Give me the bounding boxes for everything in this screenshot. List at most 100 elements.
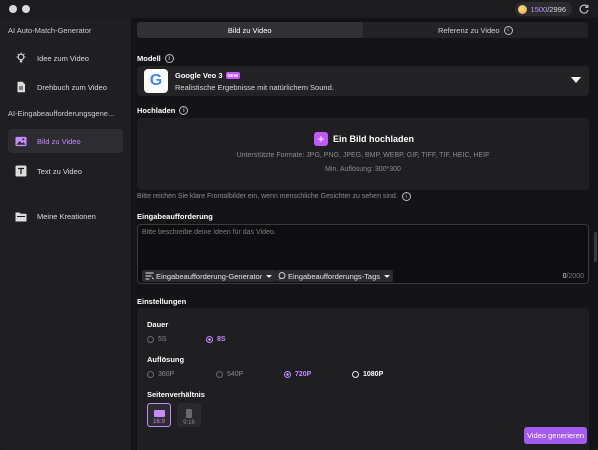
google-logo-icon: G (144, 69, 168, 93)
app-window: 1500/2996 AI Auto-Match-Generator Idee z… (0, 0, 598, 450)
credits-badge[interactable]: 1500/2996 (514, 2, 572, 16)
tab-image-to-video[interactable]: Bild zu Video (137, 22, 363, 38)
option-label: 16:9 (153, 419, 165, 425)
window-minimize-button[interactable] (22, 5, 30, 13)
scrollbar[interactable] (594, 232, 597, 262)
option-label: 540P (227, 371, 244, 378)
credits-current: 1500 (530, 4, 548, 14)
min-resolution: Min. Auflösung: 300*300 (325, 166, 401, 173)
prompt-tags-dropdown[interactable]: Eingabeaufforderungs-Tags (275, 270, 394, 282)
prompt-generator-dropdown[interactable]: Eingabeaufforderung-Generator (142, 270, 276, 282)
prompt-textarea[interactable]: Bitte beschreibe deine Ideen für das Vid… (137, 224, 589, 284)
resolution-option-540p[interactable]: 540P (216, 371, 243, 378)
tab-reference-to-video[interactable]: Referenz zu Video i (363, 22, 589, 38)
sidebar-item-script-to-video[interactable]: Drehbuch zum Video (8, 75, 123, 99)
section-title: Eingabeaufforderung (137, 212, 213, 221)
option-label: 9:16 (183, 420, 195, 426)
settings-panel (137, 308, 589, 450)
chat-bubble-icon (278, 272, 286, 280)
landscape-icon (153, 410, 165, 417)
radio-dot (352, 371, 359, 378)
tab-label: Bild zu Video (227, 25, 272, 35)
sidebar-item-my-creations[interactable]: Meine Kreationen (8, 204, 123, 228)
aspect-ratio-label: Seitenverhältnis (147, 390, 205, 399)
image-icon (15, 135, 27, 147)
caret-down-icon (266, 274, 273, 278)
option-label: 360P (158, 371, 175, 378)
credits-total: /2996 (547, 4, 566, 14)
prompt-generator-label: Eingabeaufforderung-Generator (156, 271, 263, 281)
sidebar-group-title: AI-Eingabeaufforderungsgene... (8, 109, 115, 118)
section-title: Einstellungen (137, 297, 187, 306)
aspect-option-9-16[interactable]: 9:16 (177, 403, 201, 427)
model-name-text: Google Veo 3 (175, 71, 223, 80)
aspect-option-16-9[interactable]: 16:9 (147, 403, 171, 427)
info-icon[interactable]: i (401, 192, 411, 201)
sidebar-item-idea-to-video[interactable]: Idee zum Video (8, 46, 123, 70)
prompt-placeholder: Bitte beschreibe deine Ideen für das Vid… (142, 229, 276, 236)
model-section-label: Modell i (137, 54, 174, 63)
radio-dot (147, 371, 154, 378)
title-bar: 1500/2996 (0, 0, 598, 18)
sidebar-item-label: Idee zum Video (37, 53, 89, 63)
upload-hint: Bitte reichen Sie klare Frontalbilder ei… (137, 192, 411, 201)
section-title: Hochladen (137, 106, 176, 115)
upload-dropzone[interactable]: + Ein Bild hochladen Unterstützte Format… (137, 118, 589, 190)
prompt-section-label: Eingabeaufforderung (137, 212, 213, 221)
coin-icon (517, 4, 527, 14)
portrait-icon (186, 409, 192, 418)
caret-down-icon (384, 274, 391, 278)
window-close-button[interactable] (9, 5, 17, 13)
hint-text: Bitte reichen Sie klare Frontalbilder ei… (137, 193, 398, 200)
upload-image-button[interactable]: + Ein Bild hochladen (314, 132, 414, 146)
new-badge: NEW (225, 72, 241, 79)
char-max: /2000 (566, 273, 584, 280)
refresh-icon[interactable] (578, 3, 590, 15)
radio-dot (284, 371, 291, 378)
prompt-tags-label: Eingabeaufforderungs-Tags (288, 271, 381, 281)
section-title: Modell (137, 54, 161, 63)
model-description: Realistische Ergebnisse mit natürlichem … (175, 83, 334, 92)
radio-dot (206, 336, 213, 343)
resolution-option-1080p[interactable]: 1080P (352, 371, 383, 378)
chevron-down-icon[interactable] (571, 77, 581, 83)
option-label: 720P (295, 371, 312, 378)
resolution-label: Auflösung (147, 355, 185, 364)
text-icon (15, 165, 27, 177)
tab-label: Referenz zu Video (437, 25, 500, 35)
duration-option-8s[interactable]: 8S (206, 336, 226, 343)
generate-video-button[interactable]: Video generieren (524, 427, 587, 444)
upload-button-label: Ein Bild hochladen (333, 134, 415, 144)
sidebar-item-label: Text zu Video (37, 166, 82, 176)
duration-option-5s[interactable]: 5S (147, 336, 167, 343)
model-selector[interactable]: G Google Veo 3 NEW Realistische Ergebnis… (137, 66, 589, 96)
lightbulb-icon (15, 52, 27, 64)
resolution-option-360p[interactable]: 360P (147, 371, 174, 378)
plus-icon: + (314, 132, 328, 146)
radio-dot (216, 371, 223, 378)
model-name: Google Veo 3 NEW (175, 71, 241, 80)
sidebar: AI Auto-Match-Generator Idee zum Video D… (0, 18, 131, 450)
character-counter: 0/2000 (563, 273, 584, 280)
option-label: 1080P (363, 371, 384, 378)
folder-icon (15, 210, 27, 222)
info-icon[interactable]: i (503, 25, 513, 35)
info-icon[interactable]: i (179, 106, 189, 115)
sidebar-item-label: Meine Kreationen (37, 211, 96, 221)
main-panel: Bild zu Video Referenz zu Video i Modell … (131, 18, 598, 450)
sidebar-item-image-to-video[interactable]: Bild zu Video (8, 129, 123, 153)
tab-bar: Bild zu Video Referenz zu Video i (137, 22, 588, 38)
upload-section-label: Hochladen i (137, 106, 189, 115)
option-label: 5S (158, 336, 167, 343)
supported-formats: Unterstützte Formate: JPG, PNG, JPEG, BM… (236, 152, 490, 159)
radio-dot (147, 336, 154, 343)
duration-label: Dauer (147, 320, 169, 329)
settings-section-label: Einstellungen (137, 297, 186, 306)
list-icon (145, 272, 154, 280)
option-label: 8S (217, 336, 226, 343)
sidebar-item-label: Bild zu Video (37, 136, 81, 146)
sidebar-item-text-to-video[interactable]: Text zu Video (8, 159, 123, 183)
info-icon[interactable]: i (164, 54, 174, 63)
resolution-option-720p[interactable]: 720P (284, 371, 311, 378)
sidebar-item-label: Drehbuch zum Video (37, 82, 107, 92)
